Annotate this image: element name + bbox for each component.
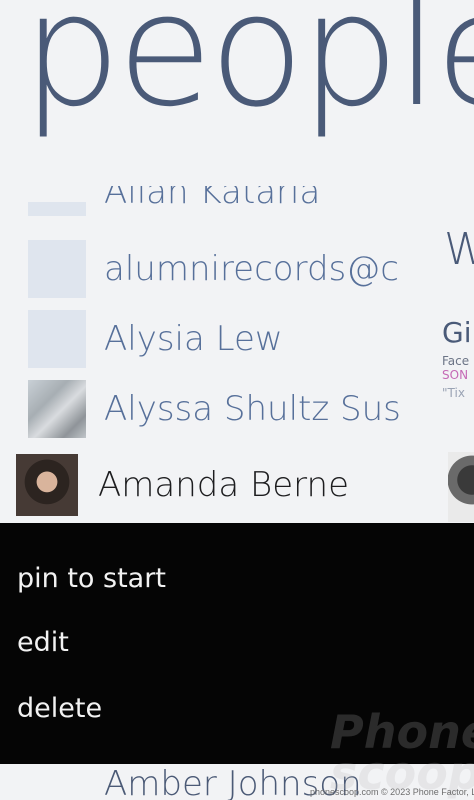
contact-photo xyxy=(28,380,86,438)
contact-tile xyxy=(28,202,86,216)
people-hub-screen: people Allan Kataria alumnirecords@c Aly… xyxy=(0,0,474,800)
contact-row[interactable]: Alyssa Shultz Sus xyxy=(0,378,410,440)
pin-to-start-menu-item[interactable]: pin to start xyxy=(17,563,166,594)
contact-row[interactable]: Alysia Lew xyxy=(0,308,410,370)
delete-menu-item[interactable]: delete xyxy=(17,693,102,724)
contact-tile xyxy=(28,240,86,298)
contact-row[interactable]: Allan Kataria xyxy=(0,186,410,216)
panel-item-text: SON xyxy=(442,368,469,382)
contact-name: alumnirecords@c xyxy=(104,249,399,289)
contact-photo xyxy=(16,454,78,516)
edit-menu-item[interactable]: edit xyxy=(17,627,69,658)
contact-row-selected[interactable]: Amanda Berne xyxy=(0,454,410,516)
panel-photo xyxy=(448,452,474,522)
contact-name: Allan Kataria xyxy=(104,186,321,212)
panel-item-name[interactable]: Gi xyxy=(442,316,471,349)
copyright-footer: phonescoop.com © 2023 Phone Factor, LLC xyxy=(310,787,474,797)
contact-name: Alyssa Shultz Sus xyxy=(104,389,401,429)
contact-row[interactable]: alumnirecords@c xyxy=(0,238,410,300)
page-title: people xyxy=(22,0,474,141)
contact-tile xyxy=(28,310,86,368)
panel-item-source: Face xyxy=(442,354,470,368)
contact-name: Amanda Berne xyxy=(98,465,350,505)
contact-name: Alysia Lew xyxy=(104,319,283,359)
phonescoop-watermark-logo: Phonescoop xyxy=(330,705,474,800)
panel-heading: W xyxy=(444,224,474,275)
whats-new-panel: W Gi Face SON "Tix xyxy=(440,216,474,526)
panel-item-text: "Tix xyxy=(442,386,465,400)
